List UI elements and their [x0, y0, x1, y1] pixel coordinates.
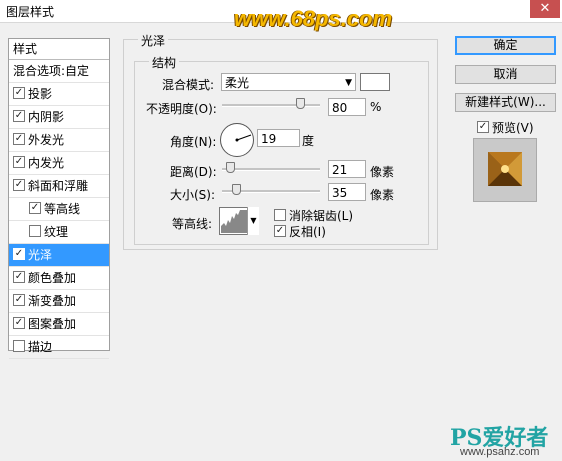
style-list-item[interactable]: 混合选项:自定 [9, 60, 109, 83]
satin-color-swatch[interactable] [360, 73, 390, 91]
window-title: 图层样式 [6, 5, 55, 19]
style-list-label: 纹理 [44, 225, 69, 239]
style-list-checkbox[interactable] [13, 133, 25, 145]
blend-mode-label: 混合模式: [162, 78, 215, 92]
style-list-label: 颜色叠加 [28, 271, 77, 285]
chevron-down-icon: ▼ [345, 78, 352, 88]
site-logo: PS爱好者 www.psahz.com [450, 420, 548, 458]
size-unit: 像素 [370, 188, 395, 202]
opacity-label: 不透明度(O): [146, 102, 217, 116]
watermark-text: www.68ps.com [234, 6, 393, 31]
style-list-checkbox[interactable] [13, 156, 25, 168]
angle-label: 角度(N): [170, 135, 217, 149]
style-list-item[interactable]: 投影 [9, 83, 109, 106]
opacity-input[interactable]: 80 [328, 98, 366, 116]
style-list-item[interactable]: 等高线 [9, 198, 109, 221]
style-list-item[interactable]: 内发光 [9, 152, 109, 175]
angle-unit: 度 [302, 134, 315, 148]
new-style-button[interactable]: 新建样式(W)... [455, 93, 556, 112]
style-list-label: 描边 [28, 340, 53, 354]
satin-group-title: 光泽 [138, 32, 169, 49]
angle-input[interactable]: 19 [257, 129, 300, 147]
style-list-label: 斜面和浮雕 [28, 179, 89, 193]
style-list-label: 图案叠加 [28, 317, 77, 331]
preview-checkbox-row[interactable]: 预览(V) [477, 119, 534, 136]
size-label: 大小(S): [170, 188, 216, 202]
style-list-label: 光泽 [28, 248, 53, 262]
angle-needle-icon [235, 134, 252, 142]
distance-input[interactable]: 21 [328, 160, 366, 178]
style-list-item[interactable]: 渐变叠加 [9, 290, 109, 313]
site-logo-url: www.psahz.com [460, 446, 540, 458]
style-list-checkbox[interactable] [13, 271, 25, 283]
style-list-checkbox[interactable] [13, 317, 25, 329]
distance-label: 距离(D): [170, 165, 217, 179]
opacity-slider-thumb[interactable] [296, 98, 306, 109]
anti-alias-checkbox[interactable] [274, 209, 286, 221]
style-list-item[interactable]: 外发光 [9, 129, 109, 152]
style-list-checkbox[interactable] [13, 87, 25, 99]
blend-mode-select[interactable]: 柔光 ▼ [221, 73, 356, 91]
distance-slider-track[interactable] [222, 168, 320, 171]
blend-mode-value: 柔光 [225, 76, 250, 90]
chevron-down-icon[interactable]: ▼ [247, 207, 259, 235]
structure-group-title: 结构 [149, 54, 180, 71]
invert-label: 反相(I) [289, 225, 326, 239]
distance-slider-thumb[interactable] [225, 162, 235, 173]
style-list-label: 渐变叠加 [28, 294, 77, 308]
preview-swatch-image [474, 139, 536, 201]
style-list-label: 内阴影 [28, 110, 65, 124]
style-list-checkbox[interactable] [13, 248, 25, 260]
style-preview-thumbnail [473, 138, 537, 202]
size-slider-thumb[interactable] [231, 184, 241, 195]
style-list-checkbox[interactable] [29, 202, 41, 214]
style-list-item[interactable]: 颜色叠加 [9, 267, 109, 290]
preview-label: 预览(V) [492, 121, 534, 135]
style-list-checkbox[interactable] [29, 225, 41, 237]
styles-list-header: 样式 [9, 39, 109, 60]
style-list-checkbox[interactable] [13, 110, 25, 122]
anti-alias-label: 消除锯齿(L) [289, 209, 354, 223]
contour-label: 等高线: [172, 217, 213, 231]
style-list-label: 内发光 [28, 156, 65, 170]
style-list-checkbox[interactable] [13, 179, 25, 191]
angle-dial[interactable] [220, 123, 254, 157]
style-list-label: 等高线 [44, 202, 81, 216]
invert-checkbox[interactable] [274, 225, 286, 237]
cancel-button[interactable]: 取消 [455, 65, 556, 84]
style-list-label: 投影 [28, 87, 53, 101]
style-list-item[interactable]: 内阴影 [9, 106, 109, 129]
style-list-item[interactable]: 斜面和浮雕 [9, 175, 109, 198]
styles-list: 样式 混合选项:自定投影内阴影外发光内发光斜面和浮雕等高线纹理光泽颜色叠加渐变叠… [8, 38, 110, 359]
style-list-checkbox[interactable] [13, 340, 25, 352]
contour-curve-icon [221, 210, 247, 233]
close-button[interactable]: ✕ [530, 0, 560, 18]
distance-unit: 像素 [370, 165, 395, 179]
opacity-unit: % [370, 100, 382, 114]
style-list-item[interactable]: 描边 [9, 336, 109, 359]
style-list-item[interactable]: 图案叠加 [9, 313, 109, 336]
anti-alias-checkbox-row[interactable]: 消除锯齿(L) [274, 207, 353, 224]
opacity-slider-track[interactable] [222, 104, 320, 107]
ok-button[interactable]: 确定 [455, 36, 556, 55]
size-input[interactable]: 35 [328, 183, 366, 201]
style-list-label: 外发光 [28, 133, 65, 147]
style-list-item[interactable]: 纹理 [9, 221, 109, 244]
style-list-label: 混合选项:自定 [13, 64, 90, 78]
style-list-checkbox[interactable] [13, 294, 25, 306]
invert-checkbox-row[interactable]: 反相(I) [274, 223, 326, 240]
style-list-item[interactable]: 光泽 [9, 244, 109, 267]
preview-checkbox[interactable] [477, 121, 489, 133]
